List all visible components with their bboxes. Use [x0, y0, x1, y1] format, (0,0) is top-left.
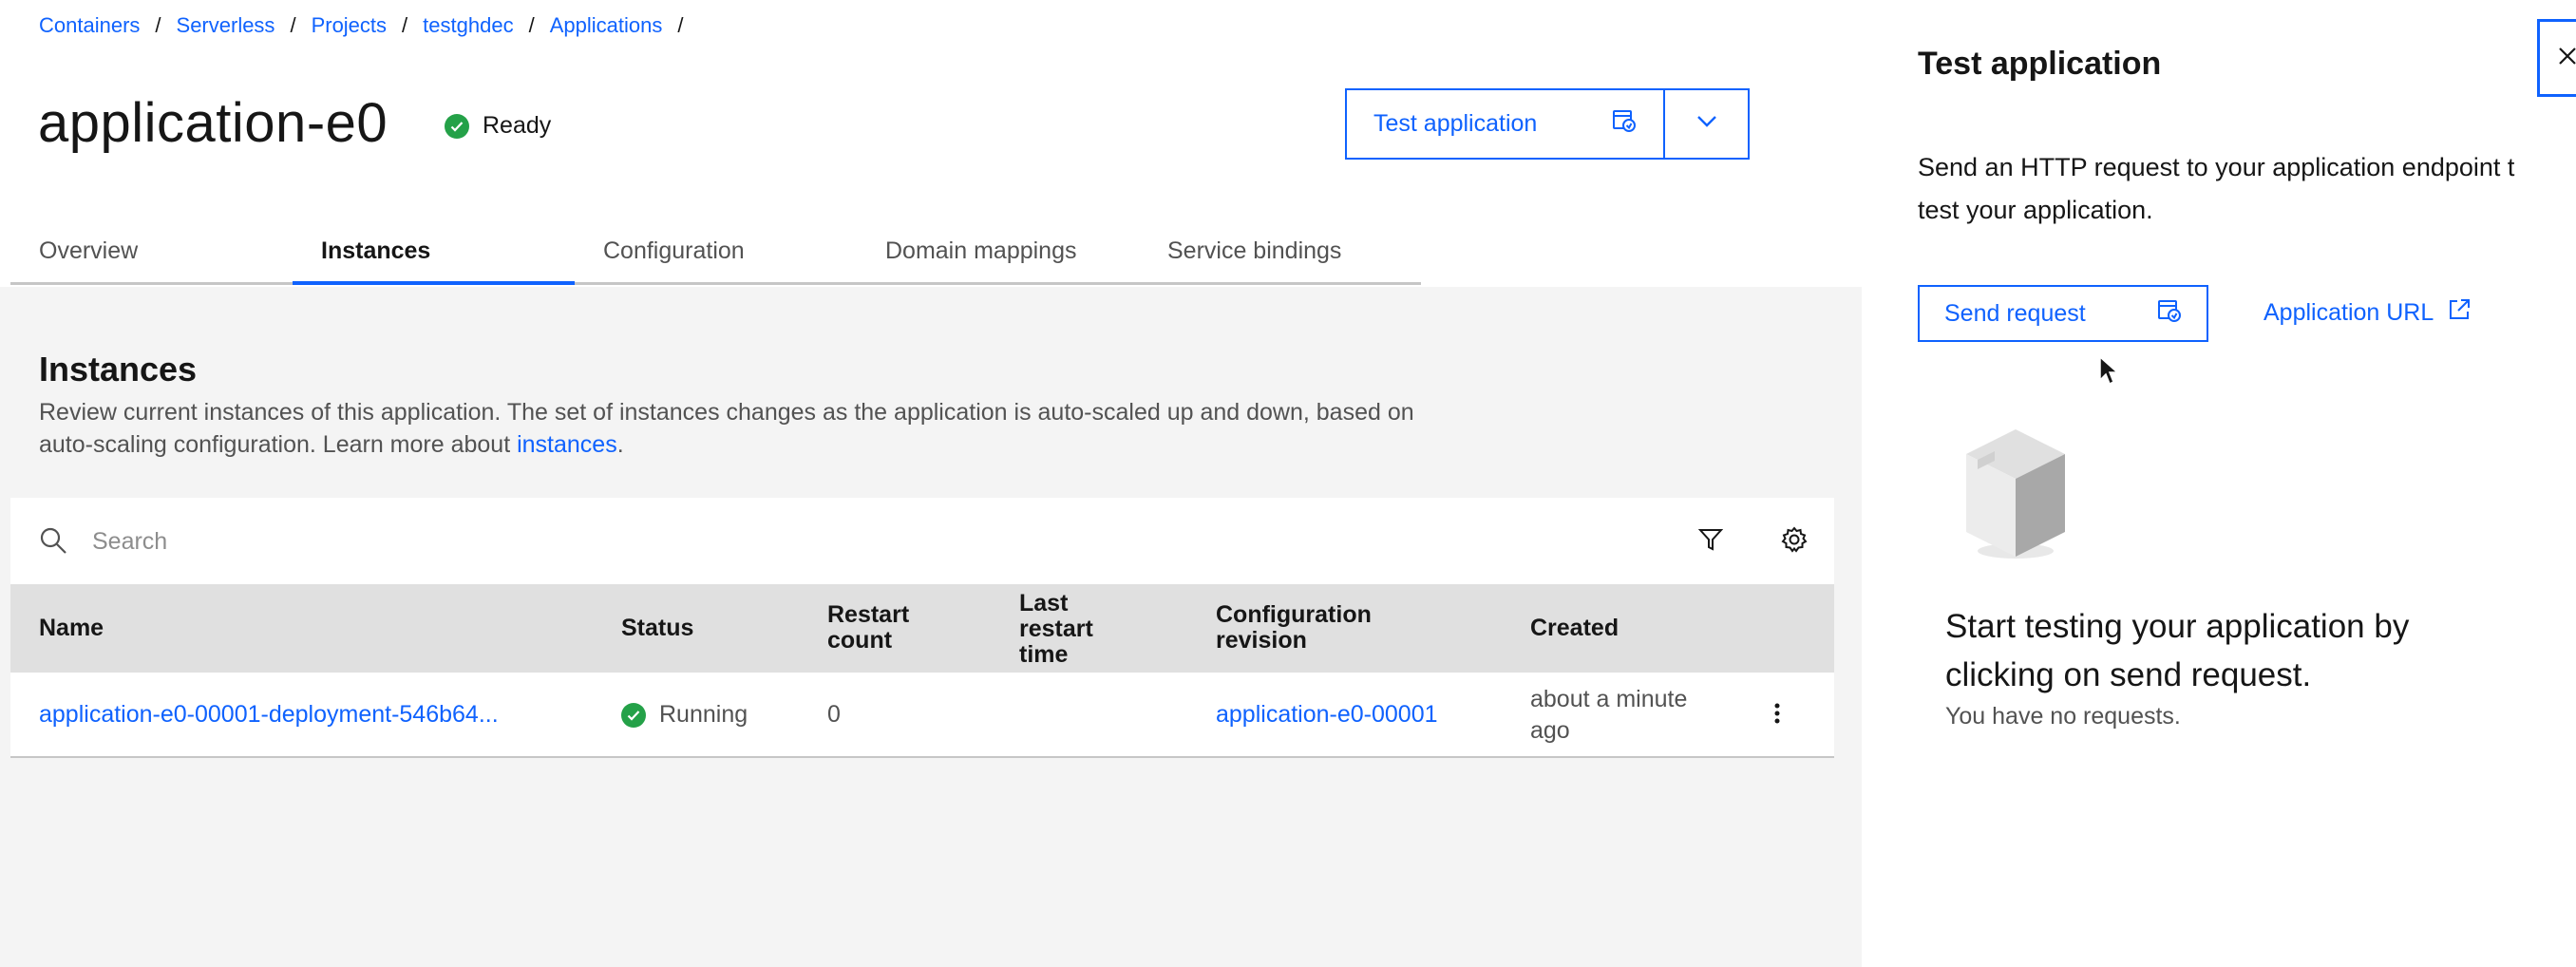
- tab-overview[interactable]: Overview: [10, 217, 293, 285]
- breadcrumb-applications[interactable]: Applications: [550, 13, 663, 38]
- column-header-status[interactable]: Status: [621, 616, 693, 641]
- tab-instances[interactable]: Instances: [293, 217, 575, 285]
- panel-description-line-2: test your application.: [1918, 196, 2153, 224]
- column-header-last-restart-time[interactable]: Last restart time: [1019, 591, 1114, 668]
- instances-table: Name Status Restart count Last restart t…: [10, 498, 1834, 758]
- breadcrumb-project-testghdec[interactable]: testghdec: [423, 13, 513, 38]
- breadcrumb-separator: /: [402, 13, 408, 37]
- description-end: .: [616, 431, 624, 458]
- overflow-menu-icon: [1774, 701, 1780, 732]
- filter-icon: [1697, 527, 1724, 557]
- description-text: Review current instances of this applica…: [39, 399, 1414, 458]
- test-application-dropdown-button[interactable]: [1664, 88, 1750, 160]
- column-header-created[interactable]: Created: [1530, 616, 1619, 641]
- instance-status: Running: [621, 699, 748, 730]
- tab-configuration[interactable]: Configuration: [575, 217, 857, 285]
- table-row: application-e0-00001-deployment-546b64..…: [10, 673, 1834, 758]
- instance-status-label: Running: [659, 701, 748, 728]
- test-application-panel: Test application Send an HTTP request to…: [1862, 0, 2576, 967]
- send-request-icon: [1612, 108, 1637, 140]
- filter-button[interactable]: [1690, 521, 1732, 562]
- tab-service-bindings[interactable]: Service bindings: [1139, 217, 1421, 285]
- tab-list: Overview Instances Configuration Domain …: [10, 217, 1421, 285]
- breadcrumb-separator: /: [528, 13, 535, 37]
- breadcrumb: Containers / Serverless / Projects / tes…: [39, 13, 698, 38]
- section-description: Review current instances of this applica…: [39, 396, 1464, 461]
- settings-icon: [1781, 525, 1808, 558]
- search-icon: [39, 526, 67, 559]
- instance-created: about a minute ago: [1530, 686, 1688, 744]
- section-title: Instances: [39, 350, 198, 389]
- application-url-label: Application URL: [2263, 299, 2434, 326]
- empty-box-illustration: [1957, 422, 2080, 569]
- panel-description: Send an HTTP request to your application…: [1918, 146, 2576, 232]
- checkmark-filled-icon: [621, 702, 646, 728]
- main-content: Containers / Serverless / Projects / tes…: [0, 0, 1862, 967]
- breadcrumb-separator: /: [155, 13, 161, 37]
- test-application-split-button: Test application: [1345, 88, 1750, 160]
- send-request-button[interactable]: Send request: [1918, 285, 2208, 342]
- settings-button[interactable]: [1773, 521, 1815, 562]
- application-url-link[interactable]: Application URL: [2263, 297, 2472, 329]
- column-header-configuration-revision[interactable]: Configuration revision: [1216, 602, 1406, 654]
- send-request-label: Send request: [1944, 299, 2086, 327]
- chevron-down-icon: [1696, 115, 1717, 133]
- tab-domain-mappings[interactable]: Domain mappings: [857, 217, 1139, 285]
- search-input[interactable]: [92, 515, 1612, 568]
- instance-config-revision-link[interactable]: application-e0-00001: [1216, 699, 1438, 730]
- breadcrumb-separator: /: [290, 13, 296, 37]
- page-title: application-e0: [38, 92, 388, 154]
- column-header-restart-count[interactable]: Restart count: [827, 602, 941, 654]
- table-toolbar: [10, 498, 1834, 585]
- checkmark-filled-icon: [445, 113, 469, 139]
- close-panel-button[interactable]: [2537, 19, 2576, 97]
- close-icon: [2557, 42, 2576, 74]
- breadcrumb-serverless[interactable]: Serverless: [177, 13, 275, 38]
- instance-name-link[interactable]: application-e0-00001-deployment-546b64..…: [39, 699, 499, 730]
- breadcrumb-separator: /: [677, 13, 684, 37]
- empty-state-title: Start testing your application by clicki…: [1945, 608, 2410, 693]
- test-application-label: Test application: [1373, 110, 1538, 137]
- empty-state-subtitle: You have no requests.: [1945, 703, 2181, 730]
- column-header-name[interactable]: Name: [39, 616, 104, 641]
- status-badge: Ready: [445, 112, 551, 140]
- row-overflow-menu-button[interactable]: [1758, 697, 1796, 735]
- instances-learn-more-link[interactable]: instances: [517, 431, 617, 458]
- breadcrumb-containers[interactable]: Containers: [39, 13, 140, 38]
- send-request-icon: [2157, 298, 2182, 330]
- launch-icon: [2447, 297, 2472, 329]
- status-label: Ready: [483, 112, 552, 139]
- breadcrumb-projects[interactable]: Projects: [312, 13, 387, 38]
- instance-restart-count: 0: [827, 701, 841, 728]
- cursor-icon: [2098, 355, 2119, 390]
- test-application-button[interactable]: Test application: [1345, 88, 1664, 160]
- panel-title: Test application: [1918, 46, 2162, 82]
- panel-description-line-1: Send an HTTP request to your application…: [1918, 153, 2515, 181]
- instances-section: Instances Review current instances of th…: [0, 287, 1862, 967]
- table-header-row: Name Status Restart count Last restart t…: [10, 585, 1834, 673]
